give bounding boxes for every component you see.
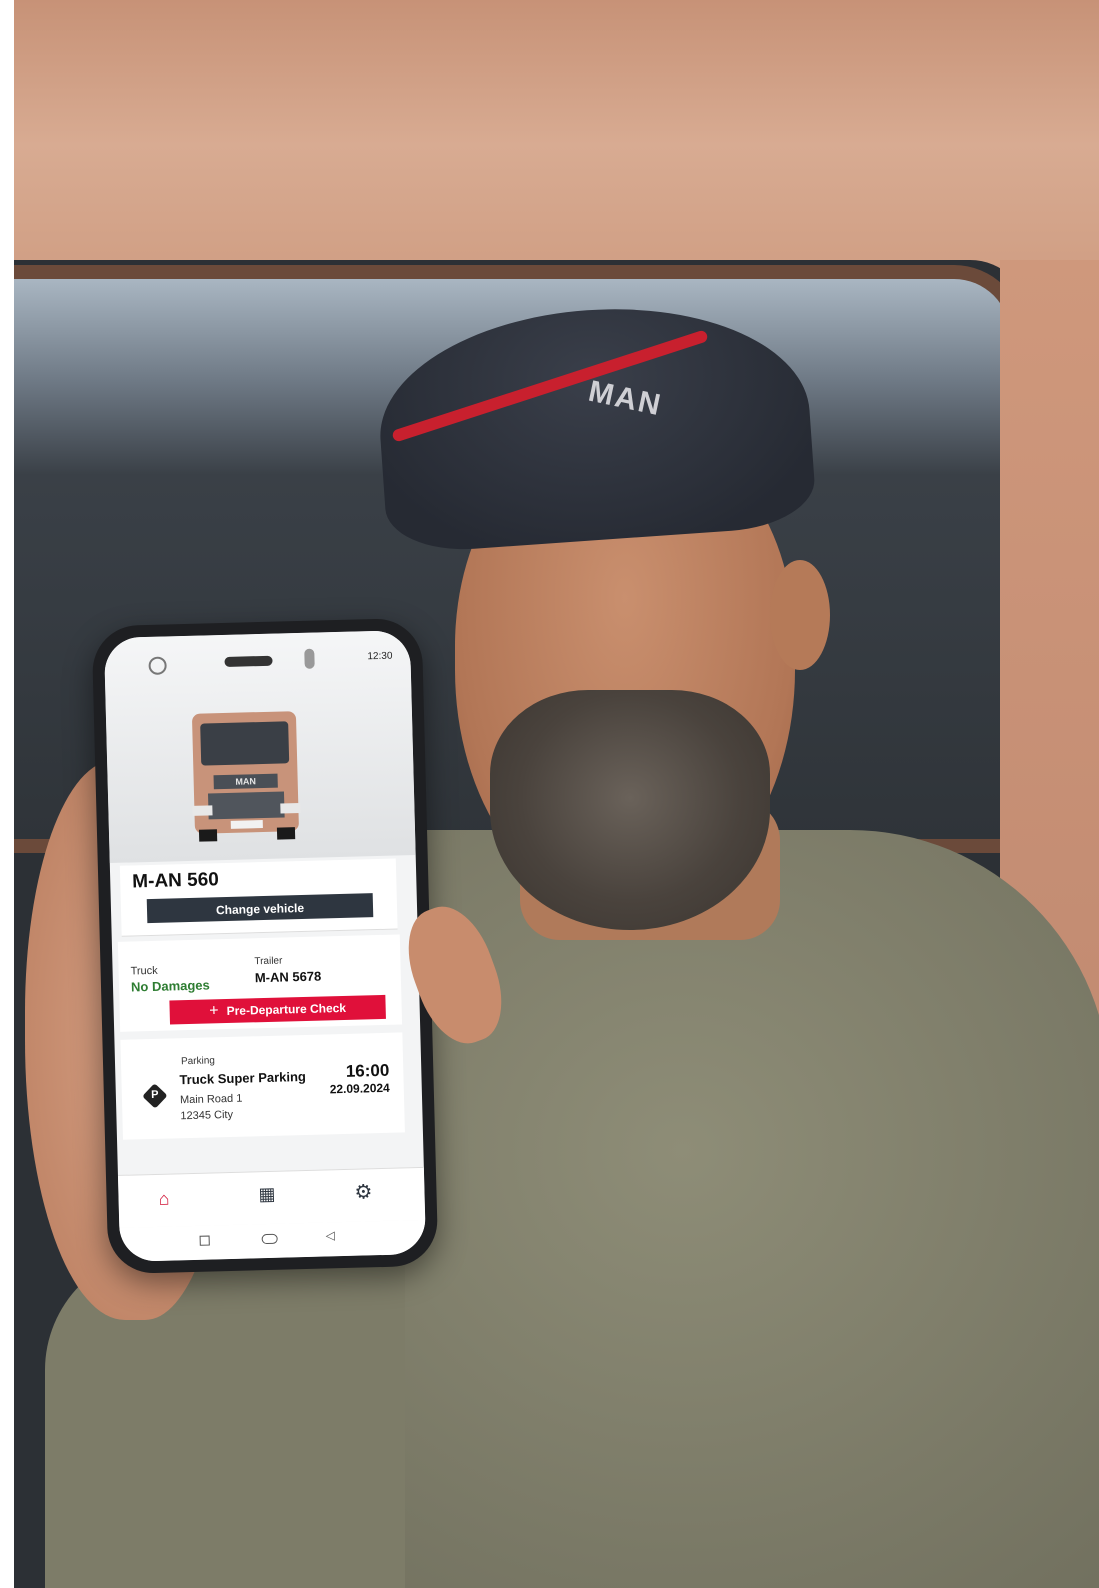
vehicle-card: M-AN 560 Change vehicle <box>119 858 398 937</box>
truck-status: No Damages <box>130 977 210 995</box>
phone-screen: 12:30 MAN M-AN 560 Change vehicle Truck … <box>103 630 427 1262</box>
status-time: 12:30 <box>367 650 393 663</box>
truck-label: Truck <box>130 964 158 978</box>
pre-departure-check-label: Pre-Departure Check <box>226 1000 347 1019</box>
vehicle-hero: 12:30 MAN <box>103 630 416 864</box>
check-card: Truck No Damages Trailer M-AN 5678 + Pre-… <box>117 934 403 1032</box>
parking-city: 12345 City <box>180 1108 234 1123</box>
speaker-grille <box>224 655 273 667</box>
recents-icon[interactable] <box>199 1235 210 1246</box>
parking-street: Main Road 1 <box>179 1092 243 1107</box>
truck-logo: MAN <box>235 776 256 787</box>
home-icon[interactable]: ⌂ <box>158 1189 169 1210</box>
parking-icon-letter: P <box>151 1088 159 1102</box>
gear-icon[interactable]: ⚙ <box>354 1179 373 1204</box>
sensor <box>304 648 315 669</box>
parking-name: Truck Super Parking <box>179 1068 307 1088</box>
plus-icon: + <box>209 1002 219 1020</box>
left-border <box>0 0 14 1588</box>
camera-icon <box>148 656 167 675</box>
grid-icon[interactable]: ▦ <box>258 1184 276 1205</box>
parking-label: Parking <box>180 1055 216 1068</box>
truck-image: MAN <box>192 711 301 842</box>
parking-card[interactable]: Parking P Truck Super Parking Main Road … <box>120 1032 405 1140</box>
system-nav-bar: ◁ <box>119 1219 427 1262</box>
ear <box>770 560 830 670</box>
back-icon[interactable]: ◁ <box>325 1228 335 1242</box>
photo-scene: MAN 12:30 MAN M-AN 560 Change vehicle Tr… <box>0 0 1099 1588</box>
parking-time: 16:00 <box>345 1060 390 1081</box>
trailer-label: Trailer <box>254 955 283 968</box>
change-vehicle-button[interactable]: Change vehicle <box>146 893 374 924</box>
parking-date: 22.09.2024 <box>329 1080 390 1097</box>
home-pill-icon[interactable] <box>261 1233 278 1245</box>
beard <box>490 690 770 930</box>
pre-departure-check-button[interactable]: + Pre-Departure Check <box>169 994 386 1025</box>
background-wall <box>0 0 1099 290</box>
bottom-nav: ⌂ ▦ ⚙ <box>117 1166 426 1228</box>
smartphone: 12:30 MAN M-AN 560 Change vehicle Truck … <box>91 617 439 1275</box>
trailer-plate: M-AN 5678 <box>254 968 322 986</box>
vehicle-plate: M-AN 560 <box>132 869 220 893</box>
